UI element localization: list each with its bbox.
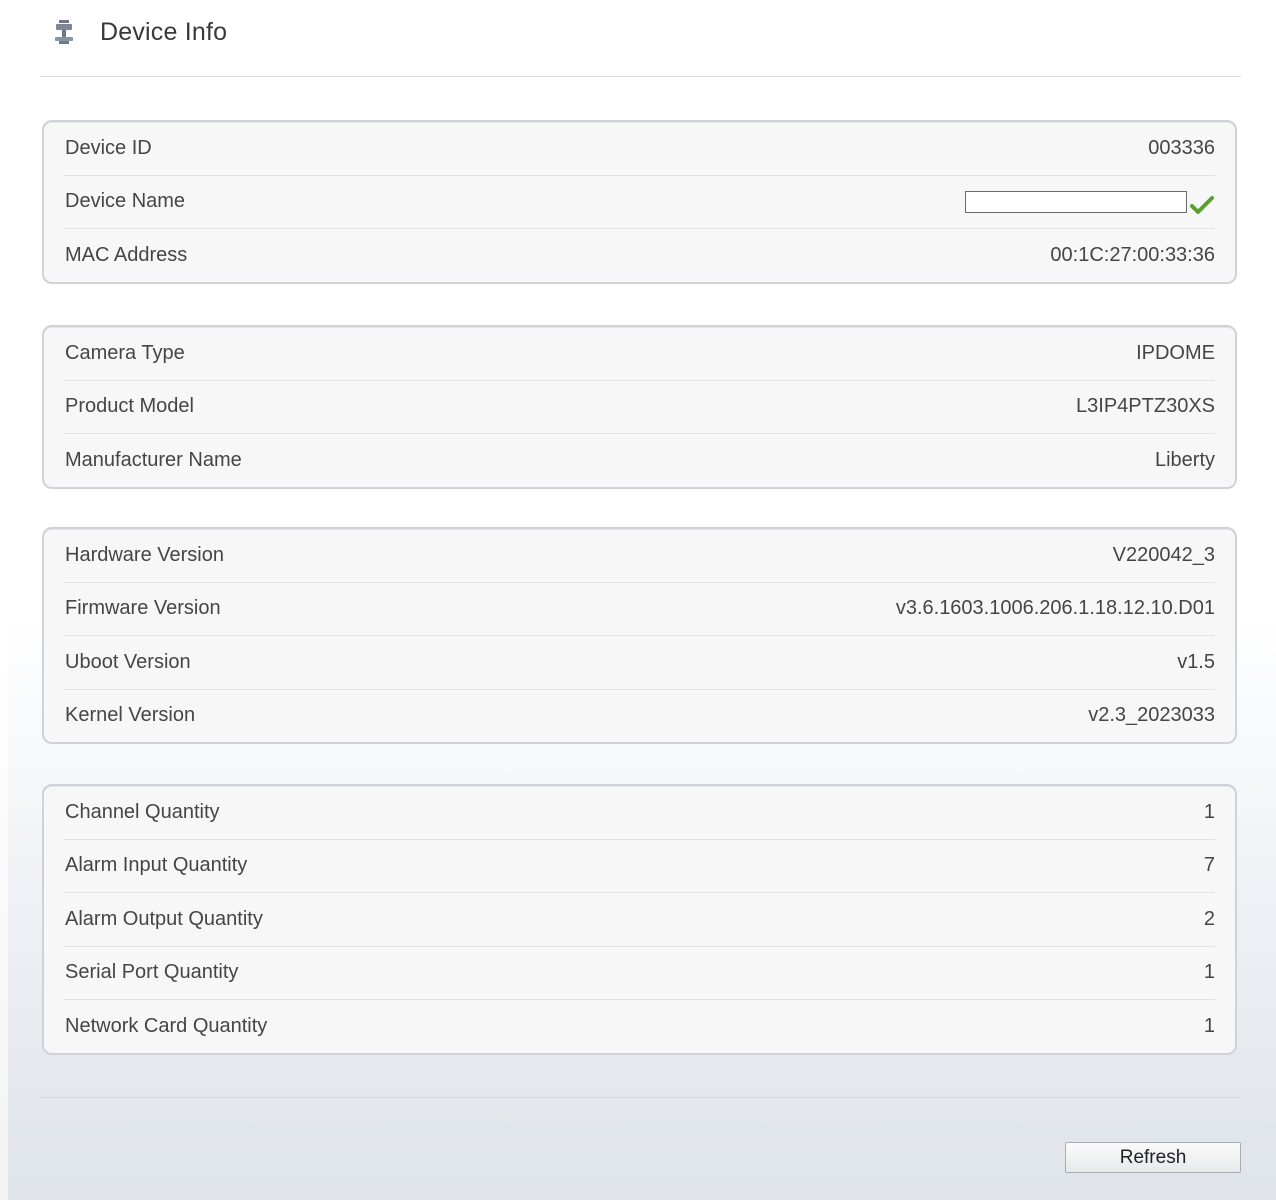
device-name-editor: [965, 188, 1215, 216]
info-value: 00:1C:27:00:33:36: [1050, 243, 1215, 266]
info-label: Uboot Version: [65, 650, 191, 673]
device-identity-group: Device ID 003336 Device Name MAC Address…: [42, 120, 1237, 284]
info-row-uboot-version: Uboot Version v1.5: [64, 636, 1215, 690]
info-value: 1: [1203, 1014, 1215, 1037]
info-row-manufacturer-name: Manufacturer Name Liberty: [64, 434, 1215, 487]
info-row-device-name: Device Name: [64, 176, 1215, 229]
info-value: v2.3_2023033: [1088, 704, 1215, 727]
info-row-firmware-version: Firmware Version v3.6.1603.1006.206.1.18…: [64, 583, 1215, 636]
info-label: Product Model: [65, 395, 194, 418]
page-title: Device Info: [100, 17, 228, 46]
info-value: 1: [1203, 961, 1215, 984]
info-value: L3IP4PTZ30XS: [1076, 395, 1215, 418]
info-label: Device ID: [65, 136, 152, 159]
info-value: v3.6.1603.1006.206.1.18.12.10.D01: [895, 597, 1215, 620]
footer-divider: [40, 1097, 1241, 1098]
info-label: Serial Port Quantity: [65, 961, 239, 984]
version-group: Hardware Version V220042_3 Firmware Vers…: [42, 527, 1237, 744]
quantity-group: Channel Quantity 1 Alarm Input Quantity …: [42, 784, 1237, 1055]
device-info-icon: [55, 20, 73, 44]
checkmark-icon[interactable]: [1189, 194, 1215, 216]
page-edge: [0, 0, 8, 1200]
info-value: Liberty: [1154, 448, 1215, 471]
info-row-kernel-version: Kernel Version v2.3_2023033: [64, 690, 1215, 743]
info-value: 2: [1203, 907, 1215, 930]
info-label: Alarm Output Quantity: [65, 907, 263, 930]
info-label: Hardware Version: [65, 543, 224, 566]
info-row-product-model: Product Model L3IP4PTZ30XS: [64, 381, 1215, 434]
info-label: Manufacturer Name: [65, 448, 242, 471]
product-group: Camera Type IPDOME Product Model L3IP4PT…: [42, 325, 1237, 489]
info-label: Firmware Version: [65, 597, 221, 620]
info-label: Kernel Version: [65, 704, 196, 727]
device-name-input[interactable]: [965, 190, 1187, 213]
info-value: 1: [1203, 800, 1215, 823]
page-header: Device Info: [50, 12, 227, 52]
info-row-camera-type: Camera Type IPDOME: [64, 327, 1215, 381]
info-value: 003336: [1148, 136, 1215, 159]
title-divider: [40, 76, 1241, 77]
info-label: Network Card Quantity: [65, 1014, 268, 1037]
info-row-serial-port-quantity: Serial Port Quantity 1: [64, 947, 1215, 1000]
info-label: Channel Quantity: [65, 800, 220, 823]
info-value: v1.5: [1177, 650, 1215, 673]
info-row-alarm-input-quantity: Alarm Input Quantity 7: [64, 840, 1215, 893]
info-value: V220042_3: [1112, 543, 1215, 566]
info-row-network-card-quantity: Network Card Quantity 1: [64, 1000, 1215, 1053]
info-label: MAC Address: [65, 243, 188, 266]
info-value: IPDOME: [1136, 341, 1215, 364]
info-label: Camera Type: [65, 341, 185, 364]
refresh-button[interactable]: Refresh: [1065, 1142, 1241, 1173]
info-label: Alarm Input Quantity: [65, 854, 248, 877]
info-row-alarm-output-quantity: Alarm Output Quantity 2: [64, 893, 1215, 947]
info-row-device-id: Device ID 003336: [64, 122, 1215, 176]
info-row-hardware-version: Hardware Version V220042_3: [64, 529, 1215, 583]
info-row-mac-address: MAC Address 00:1C:27:00:33:36: [64, 229, 1215, 282]
info-row-channel-quantity: Channel Quantity 1: [64, 786, 1215, 840]
info-value: 7: [1203, 854, 1215, 877]
info-label: Device Name: [65, 190, 186, 213]
